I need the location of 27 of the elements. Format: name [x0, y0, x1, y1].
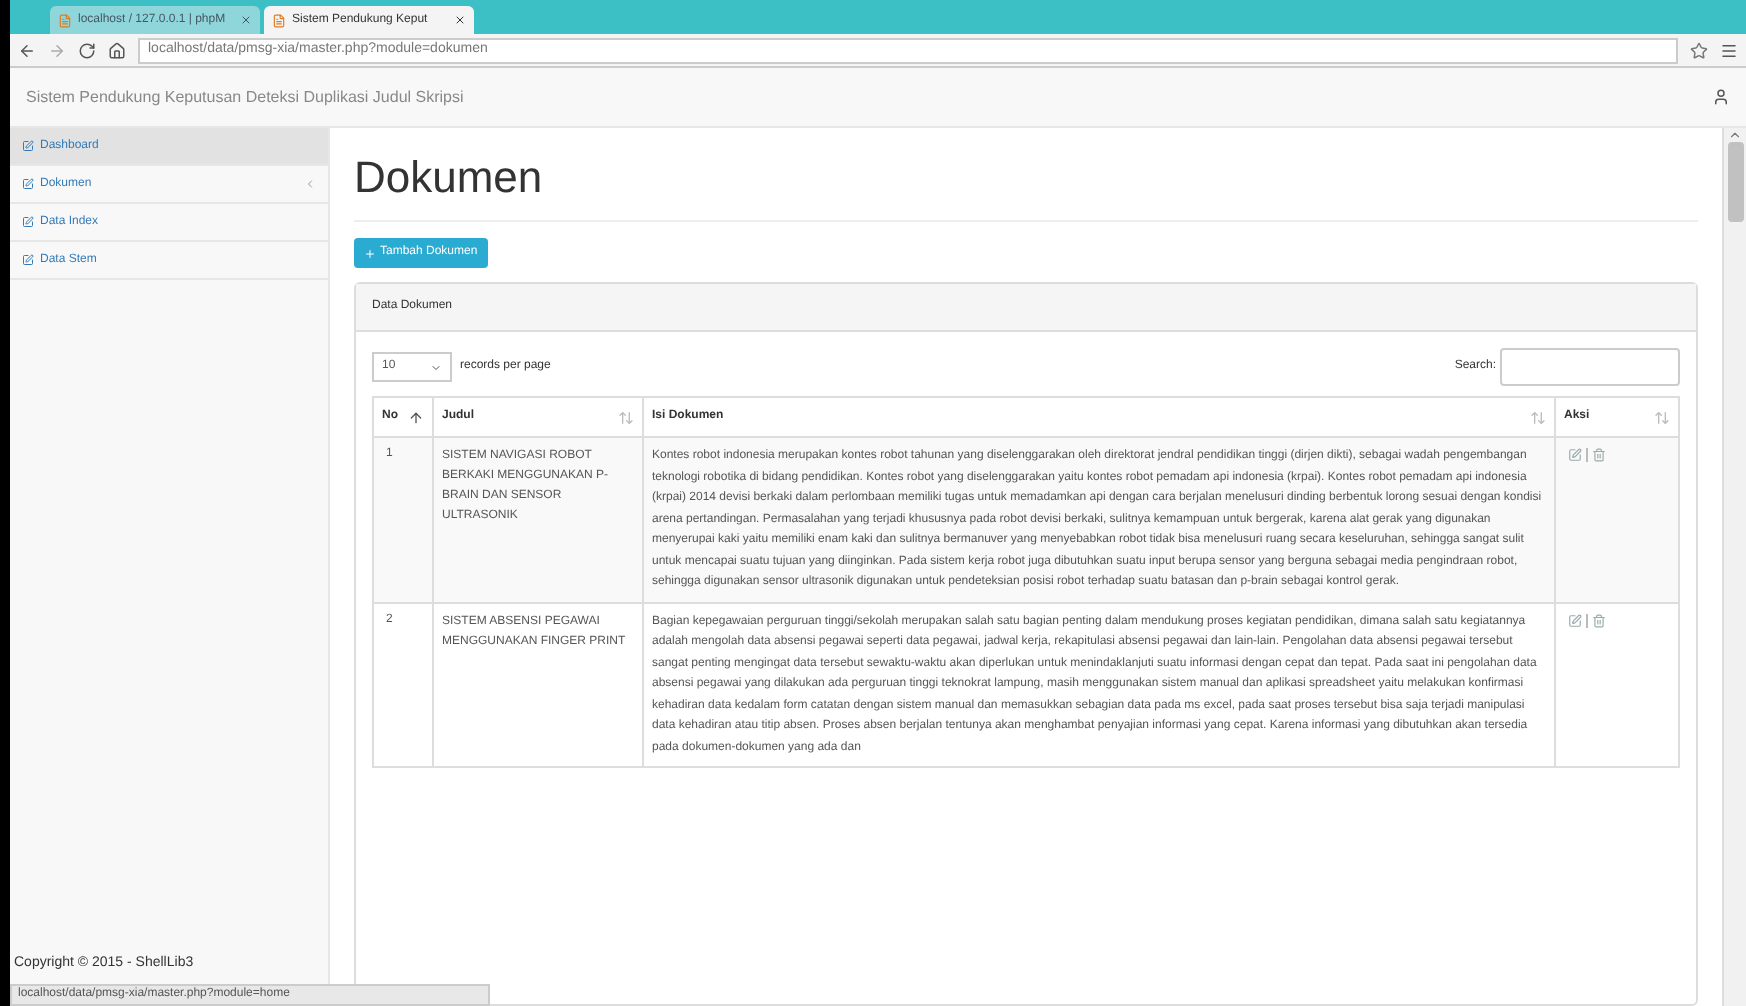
edit-icon: [22, 178, 34, 190]
search-field[interactable]: [1500, 348, 1680, 386]
caret-icon: [430, 361, 442, 373]
reload-icon[interactable]: [78, 41, 96, 59]
edit-icon: [22, 216, 34, 228]
home-icon[interactable]: [108, 41, 126, 59]
page-title: Dokumen: [354, 152, 545, 204]
chevron-icon: [304, 178, 316, 190]
scroll-thumb[interactable]: [1727, 142, 1743, 222]
edit-icon[interactable]: [1568, 613, 1582, 627]
back-icon[interactable]: [18, 41, 36, 59]
scroll-up-icon[interactable]: [1728, 128, 1742, 142]
trash-icon[interactable]: [1592, 448, 1606, 462]
edit-icon[interactable]: [1568, 448, 1582, 462]
app-title: Sistem Pendukung Keputusan Deteksi Duplikasi Judul Skripsi: [26, 85, 464, 109]
edit-icon: [22, 254, 34, 266]
edit-icon: [22, 140, 34, 152]
trash-icon[interactable]: [1592, 613, 1606, 627]
page-icon: [272, 13, 286, 27]
page-icon: [58, 13, 72, 27]
user-icon[interactable]: [1712, 88, 1730, 106]
star-icon[interactable]: [1690, 41, 1708, 59]
close-icon[interactable]: [454, 14, 466, 26]
menu-icon[interactable]: [1720, 41, 1738, 59]
plus-icon: [364, 247, 376, 259]
forward-icon[interactable]: [48, 41, 66, 59]
scrollbar[interactable]: [1722, 128, 1746, 1006]
